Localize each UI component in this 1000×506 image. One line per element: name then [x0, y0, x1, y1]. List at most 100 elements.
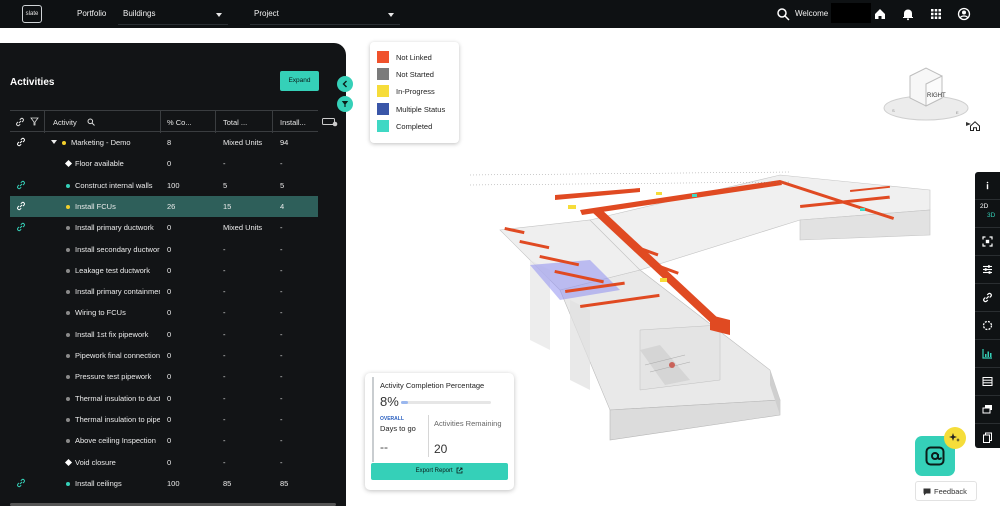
- table-header: Activity % Co... Total ... Install...: [10, 110, 318, 133]
- installed-value: 94: [280, 138, 289, 147]
- total-value: -: [223, 393, 226, 403]
- info-tool[interactable]: [975, 172, 1000, 200]
- progress-tool[interactable]: [975, 312, 1000, 340]
- documents-tool[interactable]: [975, 424, 1000, 452]
- dimension-toggle[interactable]: 2D 3D: [975, 200, 1000, 228]
- expand-button[interactable]: Expand: [280, 71, 319, 91]
- activity-name: Void closure: [75, 457, 116, 467]
- link-icon[interactable]: [16, 201, 26, 211]
- bell-icon[interactable]: [901, 7, 915, 21]
- table-row[interactable]: Install 1st fix pipework 0 - -: [10, 324, 318, 345]
- filter-icon: [341, 101, 349, 107]
- fit-to-view-tool[interactable]: [975, 228, 1000, 256]
- account-icon[interactable]: [957, 7, 971, 21]
- filter-icon[interactable]: [30, 117, 39, 126]
- activity-name: Pressure test pipework: [75, 372, 152, 382]
- installed-value: 5: [280, 180, 285, 190]
- percent-complete: 0: [167, 223, 172, 233]
- dashed-circle-icon: [982, 320, 993, 331]
- column-header-activity[interactable]: Activity: [53, 118, 77, 127]
- building-3d-model[interactable]: [460, 150, 940, 450]
- table-row[interactable]: Void closure 0 - -: [10, 452, 318, 473]
- column-settings-icon[interactable]: [322, 117, 338, 127]
- column-header-installed[interactable]: Install...: [280, 118, 306, 127]
- export-report-button[interactable]: Export Report: [371, 463, 508, 480]
- installed-value: 85: [280, 478, 289, 488]
- slate-logo[interactable]: slate: [22, 5, 42, 23]
- total-value: -: [223, 351, 226, 360]
- legend-swatch: [377, 120, 389, 132]
- home-icon[interactable]: [873, 7, 887, 21]
- link-icon[interactable]: [16, 222, 26, 232]
- percent-complete: 0: [167, 457, 172, 467]
- activity-name: Above ceiling Inspection: [75, 436, 156, 446]
- chevron-down-icon[interactable]: [51, 140, 57, 145]
- installed-value: -: [280, 287, 283, 297]
- link-icon[interactable]: [16, 180, 26, 190]
- installed-value: -: [280, 457, 283, 467]
- percent-complete: 0: [167, 244, 172, 254]
- percent-complete: 0: [167, 436, 172, 446]
- search-icon[interactable]: [776, 7, 790, 21]
- total-value: 85: [223, 478, 232, 488]
- table-tool[interactable]: [975, 368, 1000, 396]
- status-dot: [66, 247, 70, 252]
- building-shell: [499, 174, 931, 441]
- status-dot: [66, 375, 70, 380]
- status-dot: [66, 396, 70, 401]
- table-row[interactable]: Install ceilings 100 85 85: [10, 473, 318, 494]
- column-header-percent-complete[interactable]: % Co...: [167, 118, 192, 127]
- percent-complete: 0: [167, 414, 172, 424]
- activity-name: Marketing - Demo: [71, 138, 131, 147]
- completion-summary: Activity Completion Percentage 8% OVERAL…: [372, 377, 508, 462]
- installed-value: -: [280, 244, 283, 254]
- total-value: -: [223, 265, 226, 275]
- search-icon[interactable]: [87, 118, 95, 126]
- chat-bubble-icon: [923, 488, 931, 496]
- home-view-icon[interactable]: [969, 120, 981, 132]
- table-row[interactable]: Wiring to FCUs 0 - -: [10, 302, 318, 323]
- table-row[interactable]: Pipework final connections 0 - -: [10, 345, 318, 366]
- table-row[interactable]: Install secondary ductwork 0 - -: [10, 239, 318, 260]
- days-to-go-value: --: [380, 440, 388, 454]
- total-value: -: [223, 244, 226, 254]
- link-icon[interactable]: [16, 137, 26, 147]
- link-icon[interactable]: [16, 478, 26, 488]
- analytics-tool[interactable]: [975, 340, 1000, 368]
- status-dot: [66, 439, 70, 444]
- table-row[interactable]: Leakage test ductwork 0 - -: [10, 260, 318, 281]
- activity-name: Floor available: [75, 159, 124, 169]
- table-row[interactable]: Marketing - Demo 8 Mixed Units 94: [10, 132, 318, 153]
- table-row[interactable]: Install FCUs 26 15 4: [10, 195, 318, 217]
- activities-remaining-label: Activities Remaining: [434, 419, 502, 428]
- buildings-select[interactable]: Buildings: [118, 3, 228, 25]
- link-tool[interactable]: [975, 284, 1000, 312]
- collapse-panel-button[interactable]: [337, 76, 353, 92]
- table-row[interactable]: Pressure test pipework 0 - -: [10, 366, 318, 387]
- table-row[interactable]: Construct internal walls 100 5 5: [10, 175, 318, 196]
- table-row[interactable]: Thermal insulation to pipework 0 - -: [10, 409, 318, 430]
- project-select[interactable]: Project: [250, 3, 400, 25]
- status-dot: [66, 332, 70, 337]
- percent-complete: 0: [167, 329, 172, 339]
- apps-grid-icon[interactable]: [929, 7, 943, 21]
- link-icon[interactable]: [15, 117, 25, 127]
- bar-chart-icon: [982, 349, 992, 359]
- feedback-button[interactable]: Feedback: [915, 481, 977, 501]
- panel-title: Activities: [10, 77, 55, 88]
- table-row[interactable]: Thermal insulation to ductwork 0 - -: [10, 388, 318, 409]
- table-row[interactable]: Install primary containment 0 - -: [10, 281, 318, 302]
- portfolio-link[interactable]: Portfolio: [77, 9, 106, 18]
- settings-sliders-tool[interactable]: [975, 256, 1000, 284]
- table-row[interactable]: Install primary ductwork 0 Mixed Units -: [10, 217, 318, 238]
- table-row[interactable]: Floor available 0 - -: [10, 153, 318, 174]
- column-header-total[interactable]: Total ...: [223, 118, 247, 127]
- table-row[interactable]: Above ceiling Inspection 0 - -: [10, 430, 318, 451]
- total-value: -: [223, 287, 226, 297]
- percent-complete: 100: [167, 478, 180, 488]
- filter-toggle-button[interactable]: [337, 96, 353, 112]
- installed-value: -: [280, 308, 283, 318]
- viewcube[interactable]: RIGHT S E: [880, 62, 972, 132]
- external-link-icon: [456, 467, 463, 474]
- layers-tool[interactable]: [975, 396, 1000, 424]
